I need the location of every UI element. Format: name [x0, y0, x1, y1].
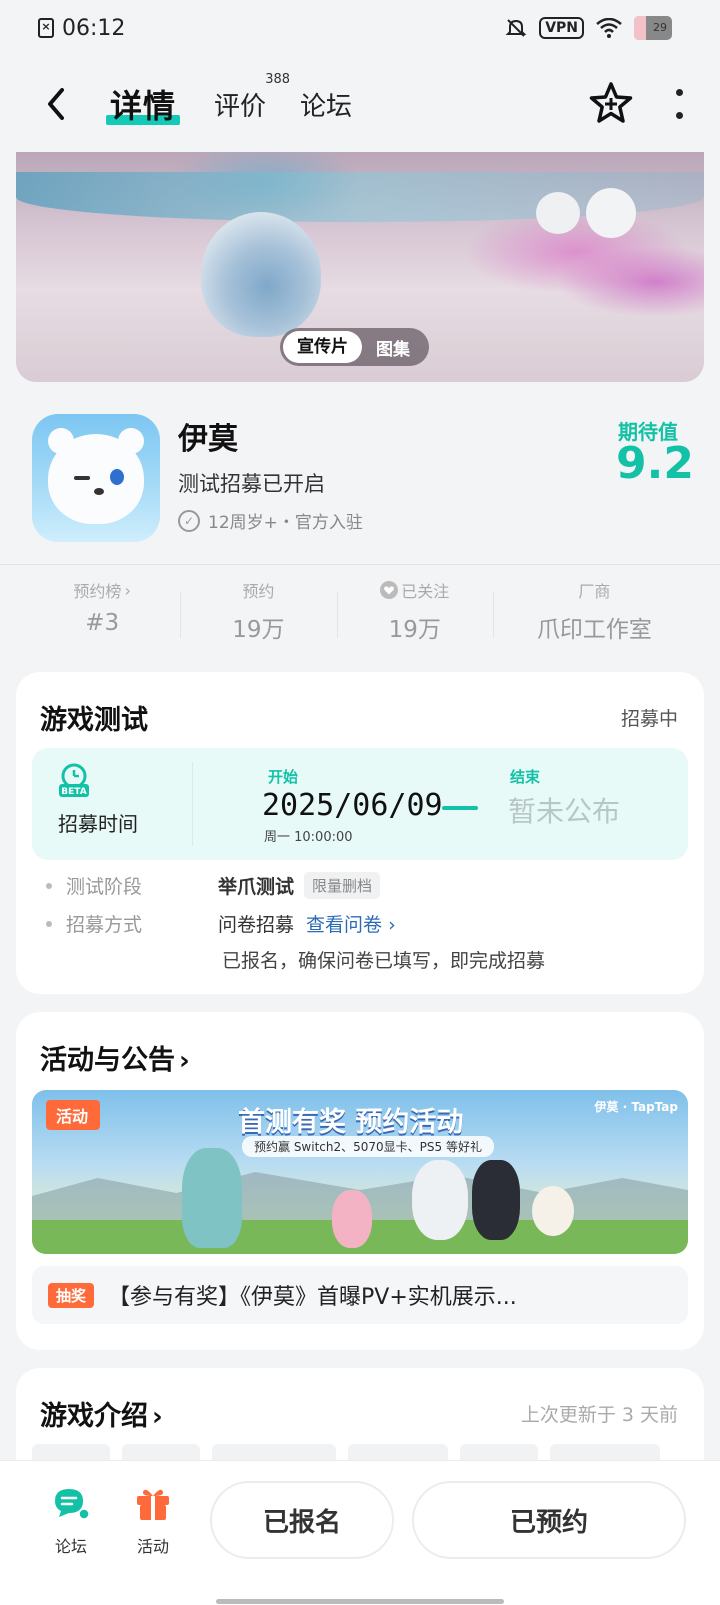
toggle-gallery[interactable]: 图集 — [362, 335, 426, 360]
nav-forum-label: 论坛 — [54, 1537, 87, 1556]
bottom-action-bar: 论坛 活动 已报名 已预约 — [0, 1460, 720, 1605]
stat-rank-value: #3 — [85, 610, 120, 636]
toggle-trailer[interactable]: 宣传片 — [283, 331, 362, 363]
status-bar: × 06:12 VPN 29 — [0, 0, 720, 56]
activity-card: 活动与公告 › 活动 首测有奖 预约活动 预约赢 Switch2、5070显卡、P… — [16, 1012, 704, 1350]
chevron-right-icon: › — [179, 1046, 190, 1076]
stat-followed-label: 已关注 — [401, 582, 450, 601]
test-card-title: 游戏测试 — [40, 705, 148, 736]
status-time: 06:12 — [62, 15, 126, 41]
tab-reviews-label: 评价 — [214, 91, 267, 122]
media-banner[interactable]: 宣传片 图集 — [16, 152, 704, 382]
stat-developer-label: 厂商 — [578, 582, 611, 601]
recruit-time-box: BETA 招募时间 开始 2025/06/09 周一 10:00:00 结束 暂… — [32, 748, 688, 860]
banner-creature — [201, 212, 321, 337]
arrow-line — [442, 806, 478, 810]
intro-title-label: 游戏介绍 — [40, 1401, 148, 1432]
game-name: 伊莫 — [178, 422, 238, 457]
test-stage-row: 测试阶段 举爪测试 限量删档 — [46, 872, 381, 899]
test-stage-tag: 限量删档 — [304, 872, 381, 899]
nav-activity-label: 活动 — [136, 1537, 169, 1556]
recruit-time-label: 招募时间 — [58, 812, 138, 836]
forum-icon — [55, 1489, 90, 1520]
stat-followed[interactable]: 已关注 19万 — [336, 578, 493, 648]
stats-row: 预约榜 › #3 预约 19万 已关注 19万 厂商 爪印工作室 — [24, 578, 696, 648]
lottery-notice[interactable]: 抽奖 【参与有奖】《伊莫》首曝PV+实机展示... — [32, 1266, 688, 1324]
signed-up-button[interactable]: 已报名 — [210, 1481, 394, 1559]
game-icon — [32, 414, 160, 542]
recruit-method-value: 问卷招募 — [218, 914, 295, 936]
battery-level: 29 — [653, 21, 667, 34]
lottery-text: 【参与有奖】《伊莫》首曝PV+实机展示... — [108, 1285, 517, 1310]
lottery-badge: 抽奖 — [48, 1282, 95, 1308]
start-date: 2025/06/09 — [262, 788, 443, 823]
heart-icon — [380, 581, 399, 599]
start-time: 周一 10:00:00 — [264, 830, 353, 845]
game-info: 伊莫 测试招募已开启 ✓ 12周岁+・官方入驻 期待值 9.2 — [0, 400, 720, 564]
divider — [0, 564, 720, 565]
reserved-button[interactable]: 已预约 — [412, 1481, 686, 1559]
recruit-method-row: 招募方式 问卷招募 查看问卷 › — [46, 910, 396, 937]
chevron-left-icon — [48, 88, 64, 120]
test-stage-value: 举爪测试 — [218, 876, 295, 898]
nav-forum[interactable]: 论坛 — [36, 1483, 106, 1557]
star-add-icon[interactable] — [588, 81, 634, 127]
signup-note: 已报名，确保问卷已填写，即完成招募 — [222, 950, 546, 972]
tab-details[interactable]: 详情 — [106, 81, 181, 127]
activity-brand-logo: 伊莫 · TapTap — [594, 1100, 678, 1114]
gift-icon — [137, 1489, 169, 1520]
review-count: 388 — [265, 71, 291, 87]
recruit-state: 招募中 — [620, 708, 678, 730]
activity-headline: 首测有奖 预约活动 — [238, 1107, 464, 1138]
back-button[interactable] — [36, 84, 76, 124]
start-label: 开始 — [268, 768, 299, 786]
stat-followed-value: 19万 — [388, 617, 441, 643]
game-status: 测试招募已开启 — [178, 472, 325, 496]
stat-rank[interactable]: 预约榜 › #3 — [24, 578, 180, 648]
stat-developer-value: 爪印工作室 — [536, 617, 652, 643]
top-header: 详情 评价 388 论坛 — [0, 66, 720, 142]
wifi-icon — [596, 18, 622, 38]
media-toggle: 宣传片 图集 — [280, 328, 429, 366]
game-meta: ✓ 12周岁+・官方入驻 — [178, 508, 363, 533]
verified-check-icon: ✓ — [178, 509, 200, 532]
stat-reservations: 预约 19万 — [180, 578, 336, 648]
age-rating: 12周岁+・官方入驻 — [208, 513, 363, 533]
test-stage-key: 测试阶段 — [66, 876, 143, 898]
stat-reservations-label: 预约 — [242, 582, 275, 601]
stat-reservations-value: 19万 — [232, 617, 285, 643]
activity-title-label: 活动与公告 — [40, 1045, 175, 1076]
end-label: 结束 — [510, 768, 541, 786]
no-sim-icon: × — [38, 18, 54, 38]
tab-reviews[interactable]: 评价 388 — [214, 72, 290, 123]
intro-title[interactable]: 游戏介绍 › — [40, 1394, 163, 1433]
mute-bell-icon — [505, 19, 527, 37]
chevron-right-icon: › — [124, 580, 131, 600]
nav-activity[interactable]: 活动 — [118, 1483, 188, 1557]
recruit-method-key: 招募方式 — [66, 914, 143, 936]
tab-forum[interactable]: 论坛 — [300, 86, 352, 123]
stat-developer[interactable]: 厂商 爪印工作室 — [492, 578, 696, 648]
stat-rank-label: 预约榜 — [73, 582, 122, 601]
activity-banner[interactable]: 活动 首测有奖 预约活动 预约赢 Switch2、5070显卡、PS5 等好礼 … — [32, 1090, 688, 1254]
vpn-badge: VPN — [539, 17, 584, 39]
activity-subtitle: 预约赢 Switch2、5070显卡、PS5 等好礼 — [242, 1136, 494, 1157]
chevron-right-icon: › — [152, 1402, 163, 1432]
intro-updated: 上次更新于 3 天前 — [520, 1404, 678, 1426]
game-test-card: 游戏测试 招募中 BETA 招募时间 开始 2025/06/09 周一 10:0… — [16, 672, 704, 994]
view-survey-link[interactable]: 查看问卷 › — [306, 910, 396, 937]
end-value: 暂未公布 — [508, 795, 621, 828]
beta-clock-icon: BETA — [59, 763, 89, 797]
home-indicator[interactable] — [216, 1599, 504, 1604]
activity-title[interactable]: 活动与公告 › — [40, 1038, 190, 1077]
svg-text:BETA: BETA — [61, 787, 86, 797]
view-survey-label: 查看问卷 — [306, 914, 383, 936]
expect-score: 9.2 — [616, 438, 694, 489]
battery-indicator: 29 — [634, 16, 672, 40]
activity-badge: 活动 — [46, 1100, 101, 1130]
more-options-icon[interactable] — [674, 89, 684, 119]
